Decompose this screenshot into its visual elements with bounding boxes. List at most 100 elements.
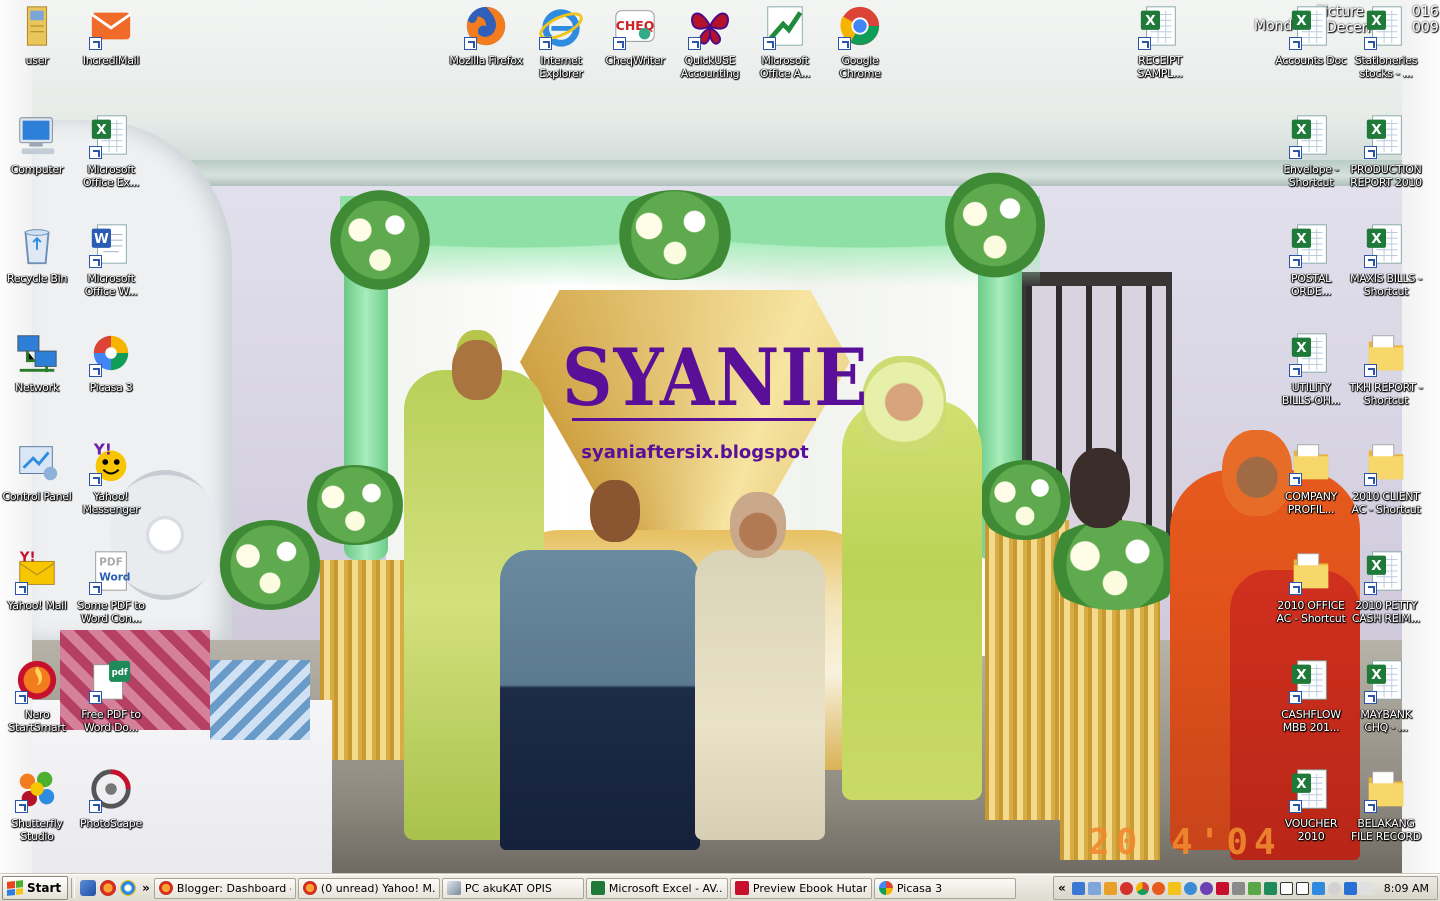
desktop-icon-pdf-word[interactable]: PDF Word Some PDF to Word Con... bbox=[74, 547, 148, 625]
desktop-icon-office-ex[interactable]: X Microsoft Office Ex... bbox=[74, 111, 148, 189]
firefox-icon bbox=[302, 881, 317, 895]
desktop-icon-office-a[interactable]: Microsoft Office A... bbox=[748, 2, 822, 80]
wallpaper-pillar bbox=[1060, 590, 1160, 860]
leaf-tray-icon[interactable] bbox=[1247, 881, 1261, 895]
desktop-icon-belakang[interactable]: BELAKANG FILE RECORD bbox=[1349, 765, 1423, 843]
desktop-icon-network[interactable]: Network bbox=[0, 329, 74, 394]
bluetooth-tray-icon[interactable] bbox=[1311, 881, 1325, 895]
taskbar-clock[interactable]: 8:09 AM bbox=[1384, 882, 1429, 895]
shortcut-arrow-icon bbox=[1364, 582, 1377, 595]
desktop-icon-label: Yahoo! Messenger bbox=[82, 490, 140, 516]
svg-text:pdf: pdf bbox=[112, 668, 128, 678]
taskbar-button-2[interactable]: (0 unread) Yahoo! M... bbox=[297, 877, 440, 899]
desktop-icon-office2010[interactable]: 2010 OFFICE AC - Shortcut bbox=[1274, 547, 1348, 625]
capslock-tray-icon[interactable] bbox=[1279, 881, 1293, 895]
desktop-icon-yahoo-msg[interactable]: Y! Yahoo! Messenger bbox=[74, 438, 148, 516]
excel-icon: X bbox=[1287, 2, 1335, 50]
desktop-icon-cashflow[interactable]: X CASHFLOW MBB 201... bbox=[1274, 656, 1348, 734]
desktop-icon-yahoo-mail[interactable]: Y! Yahoo! Mail bbox=[0, 547, 74, 612]
desktop-icon-petty[interactable]: X 2010 PETTY CASH REIM... bbox=[1349, 547, 1423, 625]
firefox-icon[interactable] bbox=[100, 880, 117, 896]
desktop-icon-picasa[interactable]: Picasa 3 bbox=[74, 329, 148, 394]
desktop-icon-freepdf[interactable]: pdf Free PDF to Word Do... bbox=[74, 656, 148, 734]
start-button[interactable]: Start bbox=[2, 876, 69, 900]
desktop-icon-ie[interactable]: Internet Explorer bbox=[524, 2, 598, 80]
desktop-icon-cheqwriter[interactable]: CHEQ CheqWriter bbox=[598, 2, 672, 67]
desktop-icon-shutterfly[interactable]: Shutterfly Studio bbox=[0, 765, 74, 843]
tray-expand-chevron[interactable]: « bbox=[1058, 881, 1069, 895]
desktop-icon-nero[interactable]: Nero StartSmart bbox=[0, 656, 74, 734]
desktop-icon-voucher[interactable]: X VOUCHER 2010 bbox=[1274, 765, 1348, 843]
desktop-icon-firefox[interactable]: Mozilla Firefox bbox=[449, 2, 523, 67]
desktop-icon-postal[interactable]: X POSTAL ORDE... bbox=[1274, 220, 1348, 298]
desktop-icon-computer[interactable]: Computer bbox=[0, 111, 74, 176]
desktop-icon-envelope[interactable]: X Envelope - Shortcut bbox=[1274, 111, 1348, 189]
tool-tray-icon[interactable] bbox=[1231, 881, 1245, 895]
chrome-icon bbox=[836, 2, 884, 50]
window-icon bbox=[446, 881, 461, 895]
yahoo-tray-icon[interactable] bbox=[1199, 881, 1213, 895]
speaker-tray-icon[interactable] bbox=[1359, 881, 1373, 895]
shortcut-arrow-icon bbox=[1364, 473, 1377, 486]
desktop-icon-incredimail[interactable]: IncrediMail bbox=[74, 2, 148, 67]
desktop-icon-control[interactable]: Control Panel bbox=[0, 438, 74, 503]
desktop-icon-tkh[interactable]: TKH REPORT - Shortcut bbox=[1349, 329, 1423, 407]
taskbar-button-3[interactable]: PC akuKAT OPIS bbox=[441, 877, 584, 899]
volume-tray-icon[interactable] bbox=[1327, 881, 1341, 895]
svg-text:X: X bbox=[1296, 668, 1307, 683]
svg-text:X: X bbox=[1371, 123, 1382, 138]
taskbar-button-4[interactable]: Microsoft Excel - AV... bbox=[585, 877, 728, 899]
desktop-icon-client2010[interactable]: 2010 CLIENT AC - Shortcut bbox=[1349, 438, 1423, 516]
desktop-icon-stationeries[interactable]: X Stationeries stocks - ... bbox=[1349, 2, 1423, 80]
network-tray-icon[interactable] bbox=[1071, 881, 1085, 895]
windows-logo-icon bbox=[7, 880, 23, 896]
shortcut-arrow-icon bbox=[763, 37, 776, 50]
wallpaper-pillar bbox=[320, 560, 404, 760]
chrome-tray-icon[interactable] bbox=[1135, 881, 1149, 895]
wallpaper-flowers bbox=[300, 465, 410, 545]
task-list: Blogger: Dashboard -... (0 unread) Yahoo!… bbox=[153, 877, 1053, 899]
folder-tray-icon[interactable] bbox=[1103, 881, 1117, 895]
taskbar-button-1[interactable]: Blogger: Dashboard -... bbox=[153, 877, 296, 899]
taskbar-button-5[interactable]: Preview Ebook Hutan... bbox=[729, 877, 872, 899]
display-tray-icon[interactable] bbox=[1087, 881, 1101, 895]
desktop-icon-label: Yahoo! Mail bbox=[7, 599, 67, 612]
desktop-icon-company[interactable]: COMPANY PROFIL... bbox=[1274, 438, 1348, 516]
recycle-icon bbox=[13, 220, 61, 268]
ie-icon bbox=[537, 2, 585, 50]
desktop[interactable]: 20 4'04 SYANIE syaniaftersix.blogspot Mo… bbox=[0, 0, 1440, 874]
nero-tray-icon[interactable] bbox=[1151, 881, 1165, 895]
svg-text:W: W bbox=[94, 232, 109, 247]
shortcut-arrow-icon bbox=[89, 364, 102, 377]
desktop-icon-receipt[interactable]: X RECEIPT SAMPL... bbox=[1123, 2, 1197, 80]
taskbar-button-6[interactable]: Picasa 3 bbox=[873, 877, 1016, 899]
k-tray-icon[interactable] bbox=[1215, 881, 1229, 895]
wallpaper-gift-box bbox=[210, 660, 310, 740]
desktop-icon-maybank[interactable]: X MAYBANK CHQ - ... bbox=[1349, 656, 1423, 734]
internet-explorer-icon[interactable] bbox=[120, 880, 137, 896]
folder-icon bbox=[1362, 329, 1410, 377]
desktop-icon-photoscape[interactable]: PhotoScape bbox=[74, 765, 148, 830]
desktop-icon-quickuse[interactable]: QuickUSE Accounting bbox=[673, 2, 747, 80]
scrolllock-tray-icon[interactable] bbox=[1295, 881, 1309, 895]
desktop-icon-recycle[interactable]: Recycle Bin bbox=[0, 220, 74, 285]
sync-tray-icon[interactable] bbox=[1183, 881, 1197, 895]
desktop-icon-chrome[interactable]: Google Chrome bbox=[823, 2, 897, 80]
desktop-icon-label: PhotoScape bbox=[80, 817, 142, 830]
wallpaper-person-groom-head bbox=[452, 340, 502, 400]
quick-launch bbox=[78, 880, 138, 896]
desktop-icon-utility[interactable]: X UTILITY BILLS-OH... bbox=[1274, 329, 1348, 407]
excel-icon: X bbox=[1362, 220, 1410, 268]
wallpaper-person-mother bbox=[695, 550, 825, 840]
messenger-tray-icon[interactable] bbox=[1167, 881, 1181, 895]
monitor-tray-icon[interactable] bbox=[1343, 881, 1357, 895]
desktop-icon-user[interactable]: user bbox=[0, 2, 74, 67]
desktop-icon-office-w[interactable]: W Microsoft Office W... bbox=[74, 220, 148, 298]
numlock-tray-icon[interactable] bbox=[1263, 881, 1277, 895]
antivirus-tray-icon[interactable] bbox=[1119, 881, 1133, 895]
quick-launch-chevron[interactable]: » bbox=[138, 881, 154, 895]
desktop-icon-maxis[interactable]: X MAXIS BILLS - Shortcut bbox=[1349, 220, 1423, 298]
desktop-icon-accounts-doc[interactable]: X Accounts Doc bbox=[1274, 2, 1348, 67]
desktop-icon-production[interactable]: X PRODUCTION REPORT 2010 bbox=[1349, 111, 1423, 189]
show-desktop-icon[interactable] bbox=[80, 880, 97, 896]
